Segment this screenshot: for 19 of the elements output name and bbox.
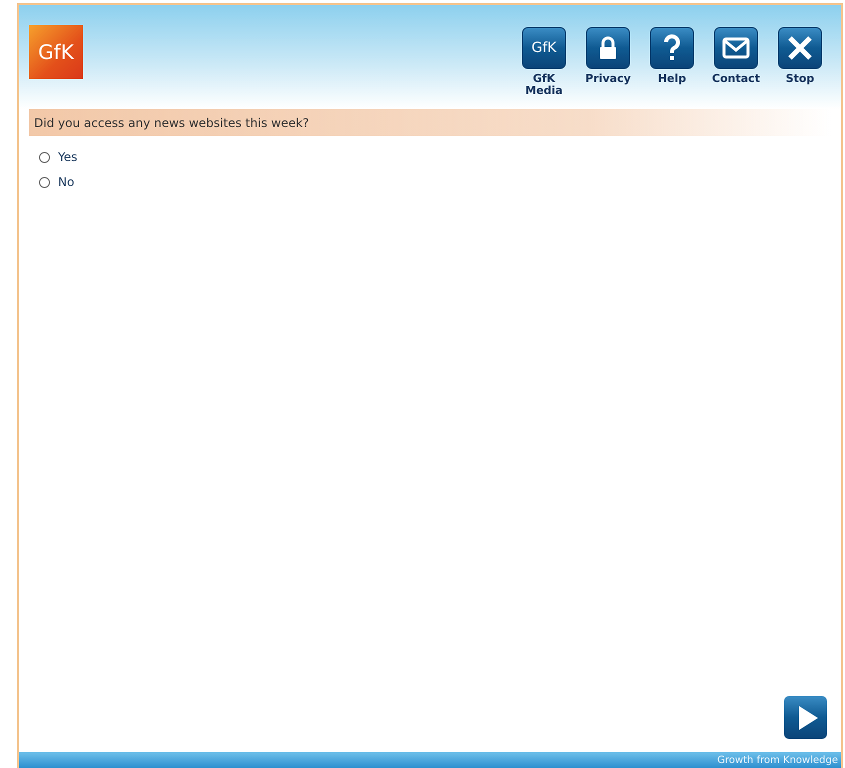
option-label: Yes xyxy=(58,150,78,164)
help-icon xyxy=(650,27,694,69)
footer-text: Growth from Knowledge xyxy=(717,754,838,766)
toolbar-button[interactable]: Privacy xyxy=(577,27,639,97)
gfk-logo: GfK xyxy=(29,25,83,79)
radio-button[interactable] xyxy=(39,152,50,162)
question-text: Did you access any news websites this week? xyxy=(34,116,310,130)
envelope-icon xyxy=(714,27,758,69)
toolbar-button[interactable]: Help xyxy=(641,27,703,97)
logo-icon: GfK xyxy=(522,27,566,69)
toolbar-button[interactable]: Contact xyxy=(705,27,767,97)
next-button[interactable] xyxy=(784,696,827,739)
play-icon xyxy=(796,704,818,730)
toolbar-button[interactable]: Stop xyxy=(769,27,831,97)
lock-icon xyxy=(586,27,630,69)
close-icon xyxy=(778,27,822,69)
option-label: No xyxy=(58,175,74,189)
toolbar-button[interactable]: GfK GfK Media xyxy=(513,27,575,97)
radio-button[interactable] xyxy=(39,176,50,188)
